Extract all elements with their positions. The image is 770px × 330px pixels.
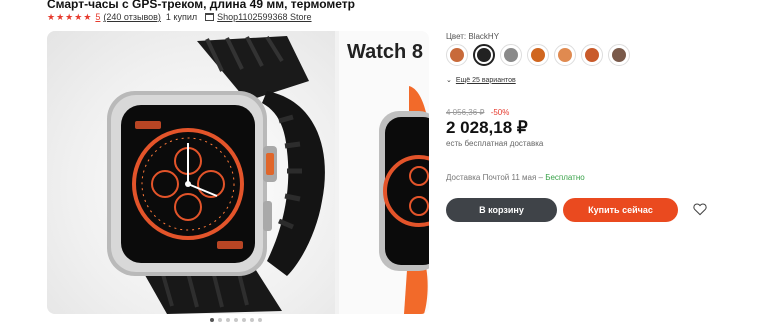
swatch-color [558,48,572,62]
more-variants-link[interactable]: ⌄ Ещё 25 вариантов [446,76,516,85]
gallery-dot[interactable] [250,318,254,322]
color-swatch[interactable] [554,44,576,66]
smartwatch-image [107,35,325,314]
gallery-second-image[interactable]: Watch 8 [339,31,429,314]
delivery-free: Бесплатно [545,173,585,182]
rating-value[interactable]: 5 [95,12,100,22]
color-swatch[interactable] [608,44,630,66]
color-swatch[interactable] [527,44,549,66]
gallery-dot[interactable] [258,318,262,322]
gallery-dot[interactable] [226,318,230,322]
gallery-dot[interactable] [242,318,246,322]
heart-icon[interactable] [692,201,708,217]
gallery-dot[interactable] [234,318,238,322]
color-swatch[interactable] [581,44,603,66]
smartwatch-side-image [379,86,429,314]
rating-stars: ★ ★ ★ ★ ★ [47,11,92,22]
gallery-dots [210,318,266,322]
star-icon: ★ [56,11,65,22]
store-link[interactable]: Shop1102599368 Store [217,12,311,22]
chevron-down-icon: ⌄ [446,77,452,84]
swatch-color [450,48,464,62]
color-swatches [446,44,635,66]
current-price: 2 028,18 ₽ [446,118,528,137]
color-swatch[interactable] [500,44,522,66]
more-variants-label: Ещё 25 вариантов [455,76,516,84]
star-icon: ★ [83,11,92,22]
free-shipping-note: есть бесплатная доставка [446,139,544,148]
bought-count: 1 купил [165,12,198,22]
swatch-color [585,48,599,62]
swatch-color [504,48,518,62]
add-to-cart-button[interactable]: В корзину [446,198,557,222]
gallery-dot[interactable] [218,318,222,322]
swatch-color [531,48,545,62]
reviews-link[interactable]: (240 отзывов) [103,12,161,22]
star-icon: ★ [47,11,56,22]
gallery-dot[interactable] [210,318,214,322]
discount-badge: -50% [490,108,510,117]
buy-now-button[interactable]: Купить сейчас [563,198,678,222]
gallery-main-image[interactable] [47,31,335,314]
swatch-color [612,48,626,62]
color-label: Цвет: BlackHY [446,32,500,41]
product-gallery[interactable]: Watch 8 [47,31,429,314]
product-title: Смарт-часы с GPS-треком, длина 49 мм, те… [47,0,355,11]
old-price: 4 056,36 ₽ [446,108,485,117]
color-swatch[interactable] [473,44,495,66]
star-icon: ★ [65,11,74,22]
store-icon [205,13,215,21]
color-swatch[interactable] [446,44,468,66]
product-meta: ★ ★ ★ ★ ★ 5 (240 отзывов) 1 купил Shop11… [47,12,312,22]
old-price-row: 4 056,36 ₽ -50% [446,108,509,117]
swatch-color [477,48,491,62]
delivery-text: Доставка Почтой 11 мая – [446,173,546,182]
star-icon: ★ [74,11,83,22]
delivery-info: Доставка Почтой 11 мая – Бесплатно [446,173,585,182]
